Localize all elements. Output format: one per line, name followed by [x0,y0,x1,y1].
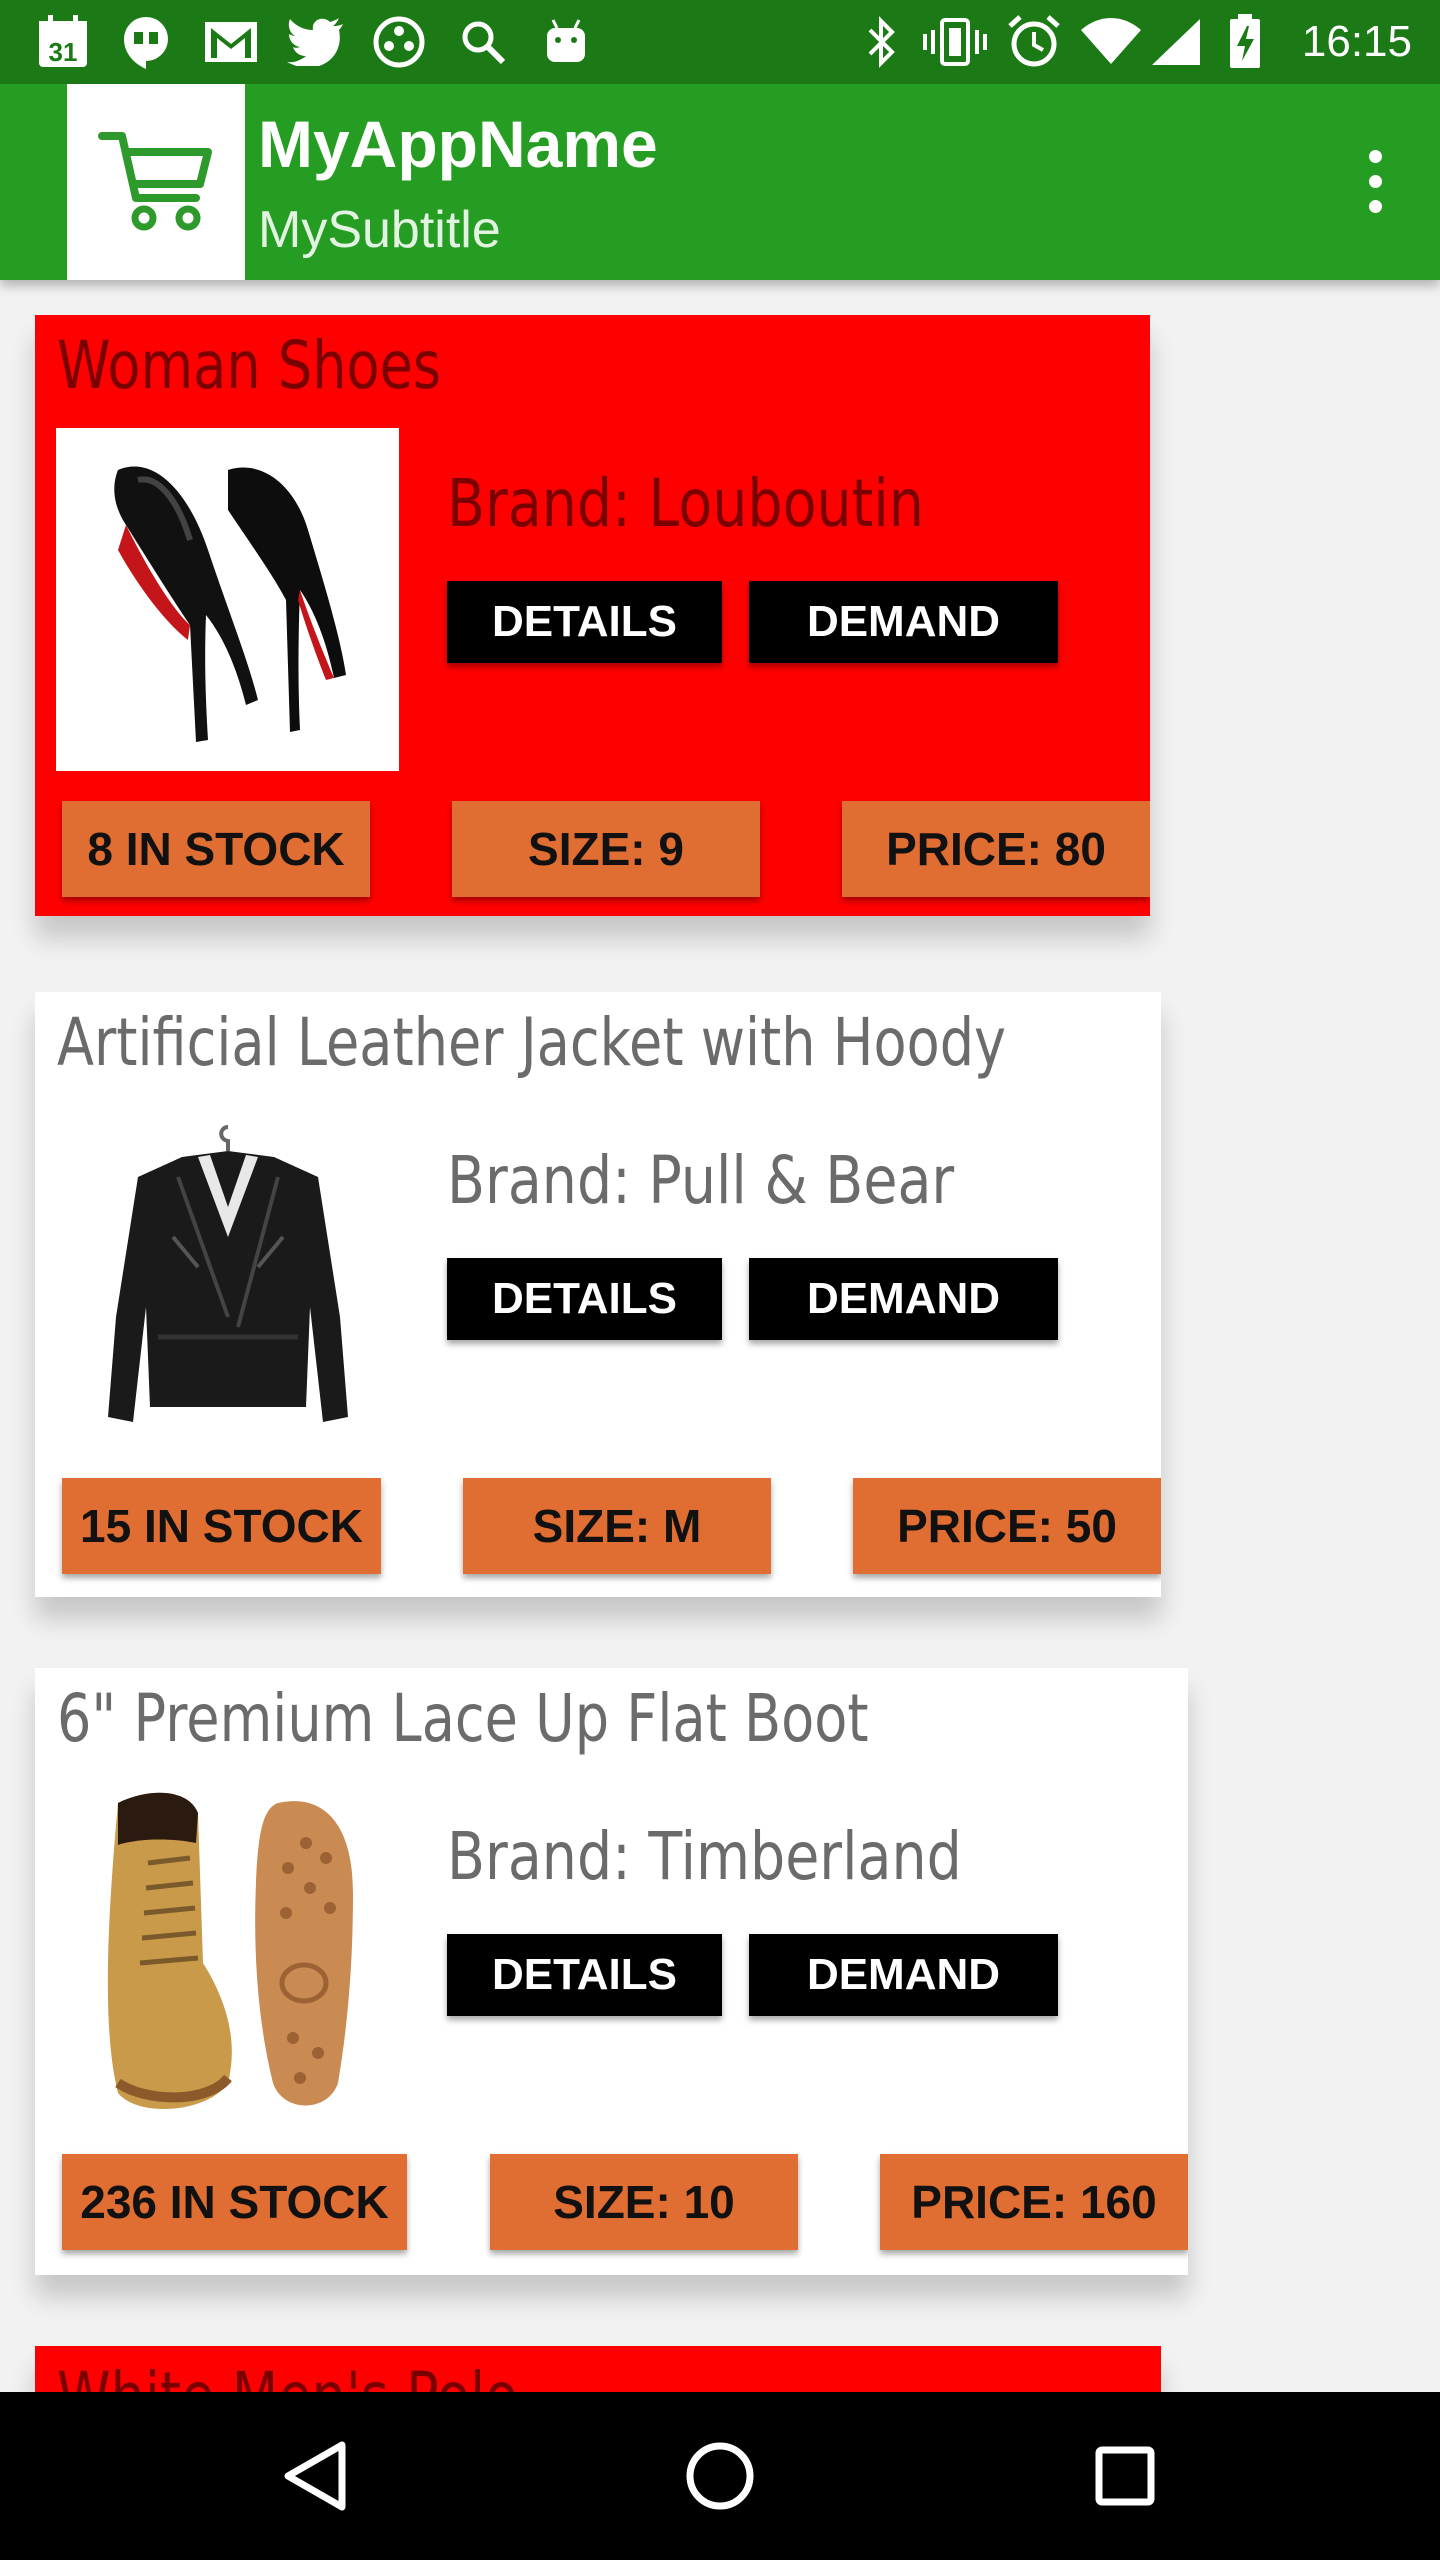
jacket-image [56,1105,399,1448]
status-time: 16:15 [1301,17,1412,66]
app-subtitle: MySubtitle [258,201,501,259]
product-card: 6" Premium Lace Up Flat Boot Brand: Timb… [35,1668,1188,2275]
product-card: Artificial Leather Jacket with Hoody Bra… [35,992,1161,1597]
details-button[interactable]: DETAILS [447,581,722,663]
product-brand: Brand: Timberland [447,1818,962,1895]
product-card: Woman Shoes Brand: Louboutin DETAILS DEM… [35,315,1150,916]
product-title: 6" Premium Lace Up Flat Boot [57,1680,869,1757]
boots-image [56,1781,399,2124]
product-title: Artificial Leather Jacket with Hoody [57,1004,1007,1081]
alarm-icon [1004,0,1064,84]
product-brand: Brand: Louboutin [447,465,924,542]
demand-button[interactable]: DEMAND [749,581,1058,663]
home-icon[interactable] [640,2392,800,2560]
hangouts-icon [118,0,174,84]
status-bar: 31 16:15 [0,0,1440,84]
product-title: White Men's Polo [57,2358,518,2392]
size-chip: SIZE: M [463,1478,771,1574]
app-bar: MyAppName MySubtitle [0,84,1440,280]
calendar-icon: 31 [34,0,92,84]
overflow-menu-icon[interactable] [1330,126,1420,236]
stock-chip: 8 IN STOCK [62,801,370,897]
size-chip: SIZE: 10 [490,2154,798,2250]
size-chip: SIZE: 9 [452,801,760,897]
battery-charging-icon [1222,0,1268,84]
calendar-day: 31 [49,37,78,67]
price-chip: PRICE: 50 [853,1478,1161,1574]
product-brand: Brand: Pull & Bear [447,1142,955,1219]
app-logo [67,84,245,280]
demand-button[interactable]: DEMAND [749,1258,1058,1340]
navigation-bar [0,2392,1440,2560]
signal-icon [1148,0,1204,84]
game-icon [370,0,428,84]
gmail-icon [202,0,260,84]
demand-button[interactable]: DEMAND [749,1934,1058,2016]
price-chip: PRICE: 80 [842,801,1150,897]
twitter-icon [286,0,346,84]
search-icon [456,0,510,84]
shopping-cart-icon [98,132,212,231]
product-title: Woman Shoes [57,327,442,404]
product-card: White Men's Polo [35,2346,1161,2392]
vibrate-icon [920,0,990,84]
app-title: MyAppName [258,107,658,181]
recents-icon[interactable] [1045,2392,1205,2560]
android-icon [540,0,592,84]
details-button[interactable]: DETAILS [447,1258,722,1340]
wifi-icon [1078,0,1144,84]
details-button[interactable]: DETAILS [447,1934,722,2016]
stock-chip: 15 IN STOCK [62,1478,381,1574]
back-icon[interactable] [235,2392,395,2560]
bluetooth-icon [862,0,902,84]
stock-chip: 236 IN STOCK [62,2154,407,2250]
heels-image [56,428,399,771]
product-list[interactable]: Woman Shoes Brand: Louboutin DETAILS DEM… [0,280,1440,2392]
price-chip: PRICE: 160 [880,2154,1188,2250]
